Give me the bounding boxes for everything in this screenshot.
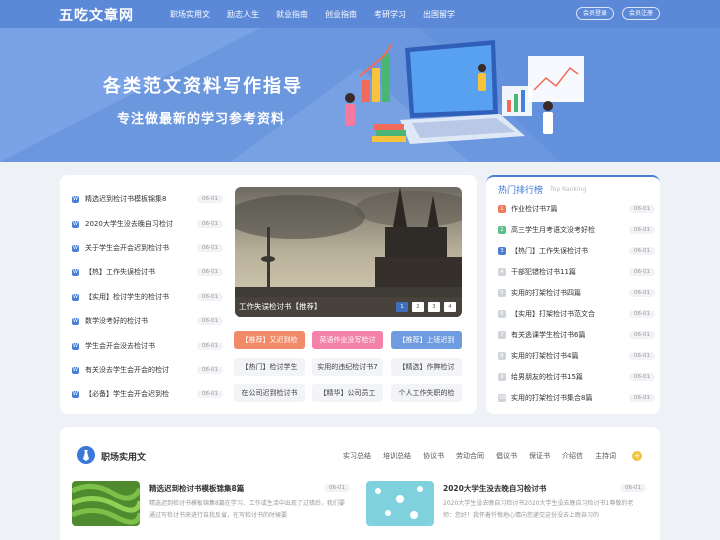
- tag-link[interactable]: 英语作业没写检讨: [312, 331, 383, 349]
- slide-page-2[interactable]: 2: [412, 302, 424, 312]
- ranking-item[interactable]: 10 实用的打架检讨书集合8篇 06-01: [498, 391, 655, 405]
- tag-link[interactable]: 在公司迟到检讨书: [234, 384, 305, 402]
- article-summary: 2020大学生没去晚自习检讨书2020大学生没去晚自习检讨书1尊敬的老师：您好！…: [443, 500, 634, 519]
- ranking-item[interactable]: 8 实用的打架检讨书4篇 06-01: [498, 349, 655, 363]
- tag-link[interactable]: 【推荐】上班迟到: [391, 331, 462, 349]
- doc-icon: W: [72, 220, 79, 228]
- list-item[interactable]: W 【必备】学生会开会迟到检 06-01: [72, 387, 223, 401]
- list-item[interactable]: W 数学没考好的检讨书 06-01: [72, 314, 223, 328]
- doc-icon: W: [72, 366, 79, 374]
- tag-link[interactable]: 个人工作失职的检: [391, 384, 462, 402]
- featured-slideshow[interactable]: 工作失误检讨书【推荐】 1 2 3 4: [235, 187, 462, 317]
- nav-item[interactable]: 励志人生: [227, 9, 259, 20]
- ranking-item[interactable]: 3 【热门】工作失误检讨书 06-01: [498, 244, 655, 258]
- slide-page-4[interactable]: 4: [444, 302, 456, 312]
- slide-page-1[interactable]: 1: [396, 302, 408, 312]
- ranking-item[interactable]: 7 有关逃课学生检讨书6篇 06-01: [498, 328, 655, 342]
- nav-item[interactable]: 出国留学: [423, 9, 455, 20]
- slide-page-3[interactable]: 3: [428, 302, 440, 312]
- doc-icon: W: [72, 390, 79, 398]
- banner-title: 各类范文资料写作指导: [103, 76, 303, 97]
- article-title[interactable]: 2020大学生没去晚自习检讨书: [443, 483, 546, 494]
- section-tab[interactable]: 协议书: [423, 451, 444, 461]
- article-title[interactable]: 精选迟到检讨书模板锦集8篇: [149, 483, 244, 494]
- section-tab[interactable]: 劳动合同: [456, 451, 484, 461]
- section-tabs: 实习总结 培训总结 协议书 劳动合同 倡议书 保证书 介绍信 主持词: [343, 451, 628, 461]
- register-button[interactable]: 会员注册: [622, 7, 660, 20]
- login-button[interactable]: 会员登录: [576, 7, 614, 20]
- tag-link[interactable]: 【精华】公司员工: [312, 384, 383, 402]
- site-logo[interactable]: 五吃文章网: [59, 5, 134, 25]
- article-date: 06-01: [324, 484, 350, 492]
- article-thumbnail[interactable]: [366, 481, 434, 526]
- list-item[interactable]: W 【热】工作失误检讨书 06-01: [72, 265, 223, 279]
- section-tab[interactable]: 介绍信: [562, 451, 583, 461]
- slide-pager: 1 2 3 4: [392, 302, 456, 312]
- ranking-item[interactable]: 1 作业检讨书7篇 06-01: [498, 202, 655, 216]
- tie-icon: [77, 446, 95, 464]
- section-tab[interactable]: 保证书: [529, 451, 550, 461]
- banner-subtitle: 专注做最新的学习参考资料: [117, 112, 286, 127]
- section-tab[interactable]: 倡议书: [496, 451, 517, 461]
- tag-link[interactable]: 实用的违纪检讨书7: [312, 358, 383, 376]
- tag-link[interactable]: 【热门】检讨学生: [234, 358, 305, 376]
- ranking-item[interactable]: 2 高三学生月考语文没考好检 06-01: [498, 223, 655, 237]
- ranking-item[interactable]: 6 【实用】打架检讨书范文合 06-01: [498, 307, 655, 321]
- doc-icon: W: [72, 244, 79, 252]
- article-thumbnail[interactable]: [72, 481, 140, 526]
- ranking-item[interactable]: 5 实用的打架检讨书四篇 06-01: [498, 286, 655, 300]
- nav-item[interactable]: 创业指南: [325, 9, 357, 20]
- list-item[interactable]: W 精选迟到检讨书模板锦集8 06-01: [72, 192, 223, 206]
- doc-icon: W: [72, 317, 79, 325]
- article-summary: 精选迟到检讨书模板锦集8篇在学习、工作或生活中出现了过错后，我们要通过写检讨书来…: [149, 500, 345, 519]
- hot-ranking-subtitle: Top Ranking: [550, 186, 587, 193]
- slide-caption: 工作失误检讨书【推荐】: [239, 302, 322, 311]
- doc-icon: W: [72, 293, 79, 301]
- nav-item[interactable]: 考研学习: [374, 9, 406, 20]
- article-date: 06-01: [620, 484, 646, 492]
- list-item[interactable]: W 关于学生会开会迟到检讨书 06-01: [72, 241, 223, 255]
- main-nav: 职场实用文 励志人生 就业指南 创业指南 考研学习 出国留学: [170, 9, 472, 20]
- top-bar: 五吃文章网 职场实用文 励志人生 就业指南 创业指南 考研学习 出国留学 会员登…: [0, 0, 720, 28]
- doc-icon: W: [72, 268, 79, 276]
- hot-ranking-title: 热门排行榜: [498, 186, 544, 196]
- doc-icon: W: [72, 195, 79, 203]
- list-item[interactable]: W 2020大学生没去晚自习检讨 06-01: [72, 217, 223, 231]
- tag-link[interactable]: 【精选】作弊检讨: [391, 358, 462, 376]
- tag-link[interactable]: 【推荐】又迟到检: [234, 331, 305, 349]
- section-tab[interactable]: 主持词: [595, 451, 616, 461]
- section-tab[interactable]: 实习总结: [343, 451, 371, 461]
- slide-image: [235, 187, 462, 317]
- ranking-item[interactable]: 4 干部犯错检讨书11篇 06-01: [498, 265, 655, 279]
- hero-banner: 各类范文资料写作指导 专注做最新的学习参考资料: [0, 28, 720, 162]
- nav-item[interactable]: 职场实用文: [170, 9, 210, 20]
- ranking-item[interactable]: 9 给男朋友的检讨书15篇 06-01: [498, 370, 655, 384]
- section-title: 职场实用文: [101, 453, 147, 463]
- list-item[interactable]: W 【实用】检讨学生的检讨书 06-01: [72, 290, 223, 304]
- doc-icon: W: [72, 342, 79, 350]
- nav-item[interactable]: 就业指南: [276, 9, 308, 20]
- list-item[interactable]: W 学生会开会没去检讨书 06-01: [72, 339, 223, 353]
- list-item[interactable]: W 有关没去学生会开会的检讨 06-01: [72, 363, 223, 377]
- section-tab[interactable]: 培训总结: [383, 451, 411, 461]
- more-icon[interactable]: +: [632, 451, 642, 461]
